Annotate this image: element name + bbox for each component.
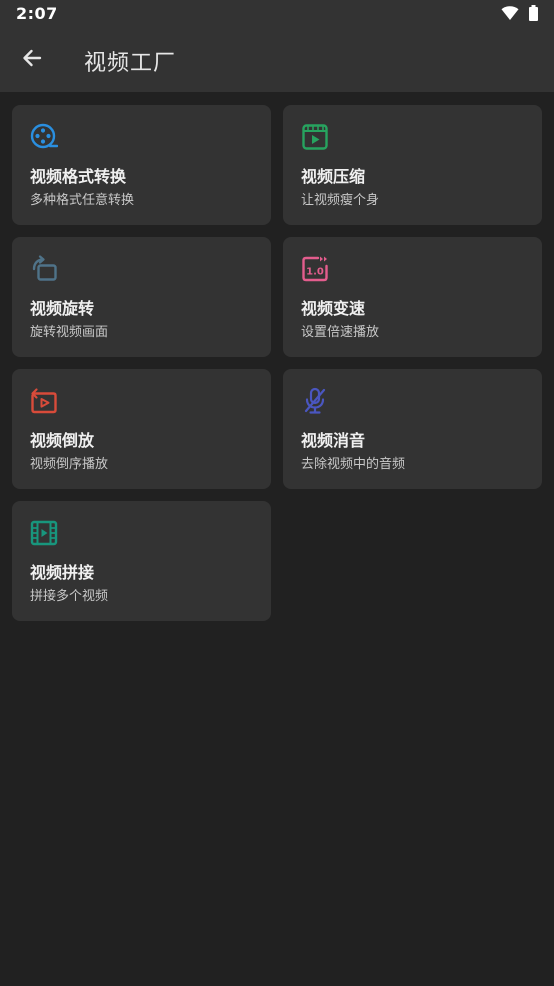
speed-icon: 1.0 xyxy=(301,255,329,283)
wifi-icon xyxy=(501,5,519,25)
status-icons xyxy=(501,5,538,25)
card-subtitle: 拼接多个视频 xyxy=(30,589,109,604)
card-subtitle: 视频倒序播放 xyxy=(30,457,109,472)
card-format-convert[interactable]: 视频格式转换 多种格式任意转换 xyxy=(12,105,271,225)
card-title: 视频倒放 xyxy=(30,431,95,450)
card-title: 视频拼接 xyxy=(30,563,95,582)
card-compress[interactable]: 视频压缩 让视频瘦个身 xyxy=(283,105,542,225)
card-title: 视频压缩 xyxy=(301,167,366,186)
app-bar: 视频工厂 xyxy=(0,28,554,92)
card-concat[interactable]: 视频拼接 拼接多个视频 xyxy=(12,501,271,621)
rotate-icon xyxy=(30,255,58,283)
card-rotate[interactable]: 视频旋转 旋转视频画面 xyxy=(12,237,271,357)
arrow-left-icon xyxy=(21,47,43,73)
page-title: 视频工厂 xyxy=(84,51,177,76)
card-subtitle: 旋转视频画面 xyxy=(30,325,109,340)
back-button[interactable] xyxy=(12,40,52,80)
video-compress-icon xyxy=(301,123,329,151)
speed-icon-label: 1.0 xyxy=(306,267,324,278)
card-subtitle: 设置倍速播放 xyxy=(301,325,380,340)
card-speed[interactable]: 1.0 视频变速 设置倍速播放 xyxy=(283,237,542,357)
card-mute[interactable]: 视频消音 去除视频中的音频 xyxy=(283,369,542,489)
reverse-play-icon xyxy=(30,387,58,415)
battery-icon xyxy=(529,5,538,25)
status-bar: 2:07 xyxy=(0,0,554,28)
card-title: 视频变速 xyxy=(301,299,366,318)
card-title: 视频消音 xyxy=(301,431,366,450)
film-strip-icon xyxy=(30,519,58,547)
card-title: 视频格式转换 xyxy=(30,167,127,186)
tool-grid: 视频格式转换 多种格式任意转换 视频压缩 让视频瘦个身 视频旋转 旋转视频画面 xyxy=(12,105,542,621)
card-subtitle: 让视频瘦个身 xyxy=(301,193,380,208)
mic-off-icon xyxy=(301,387,329,415)
card-title: 视频旋转 xyxy=(30,299,95,318)
card-subtitle: 去除视频中的音频 xyxy=(301,457,406,472)
status-time: 2:07 xyxy=(16,4,58,23)
film-reel-icon xyxy=(30,123,58,151)
card-reverse[interactable]: 视频倒放 视频倒序播放 xyxy=(12,369,271,489)
card-subtitle: 多种格式任意转换 xyxy=(30,193,135,208)
